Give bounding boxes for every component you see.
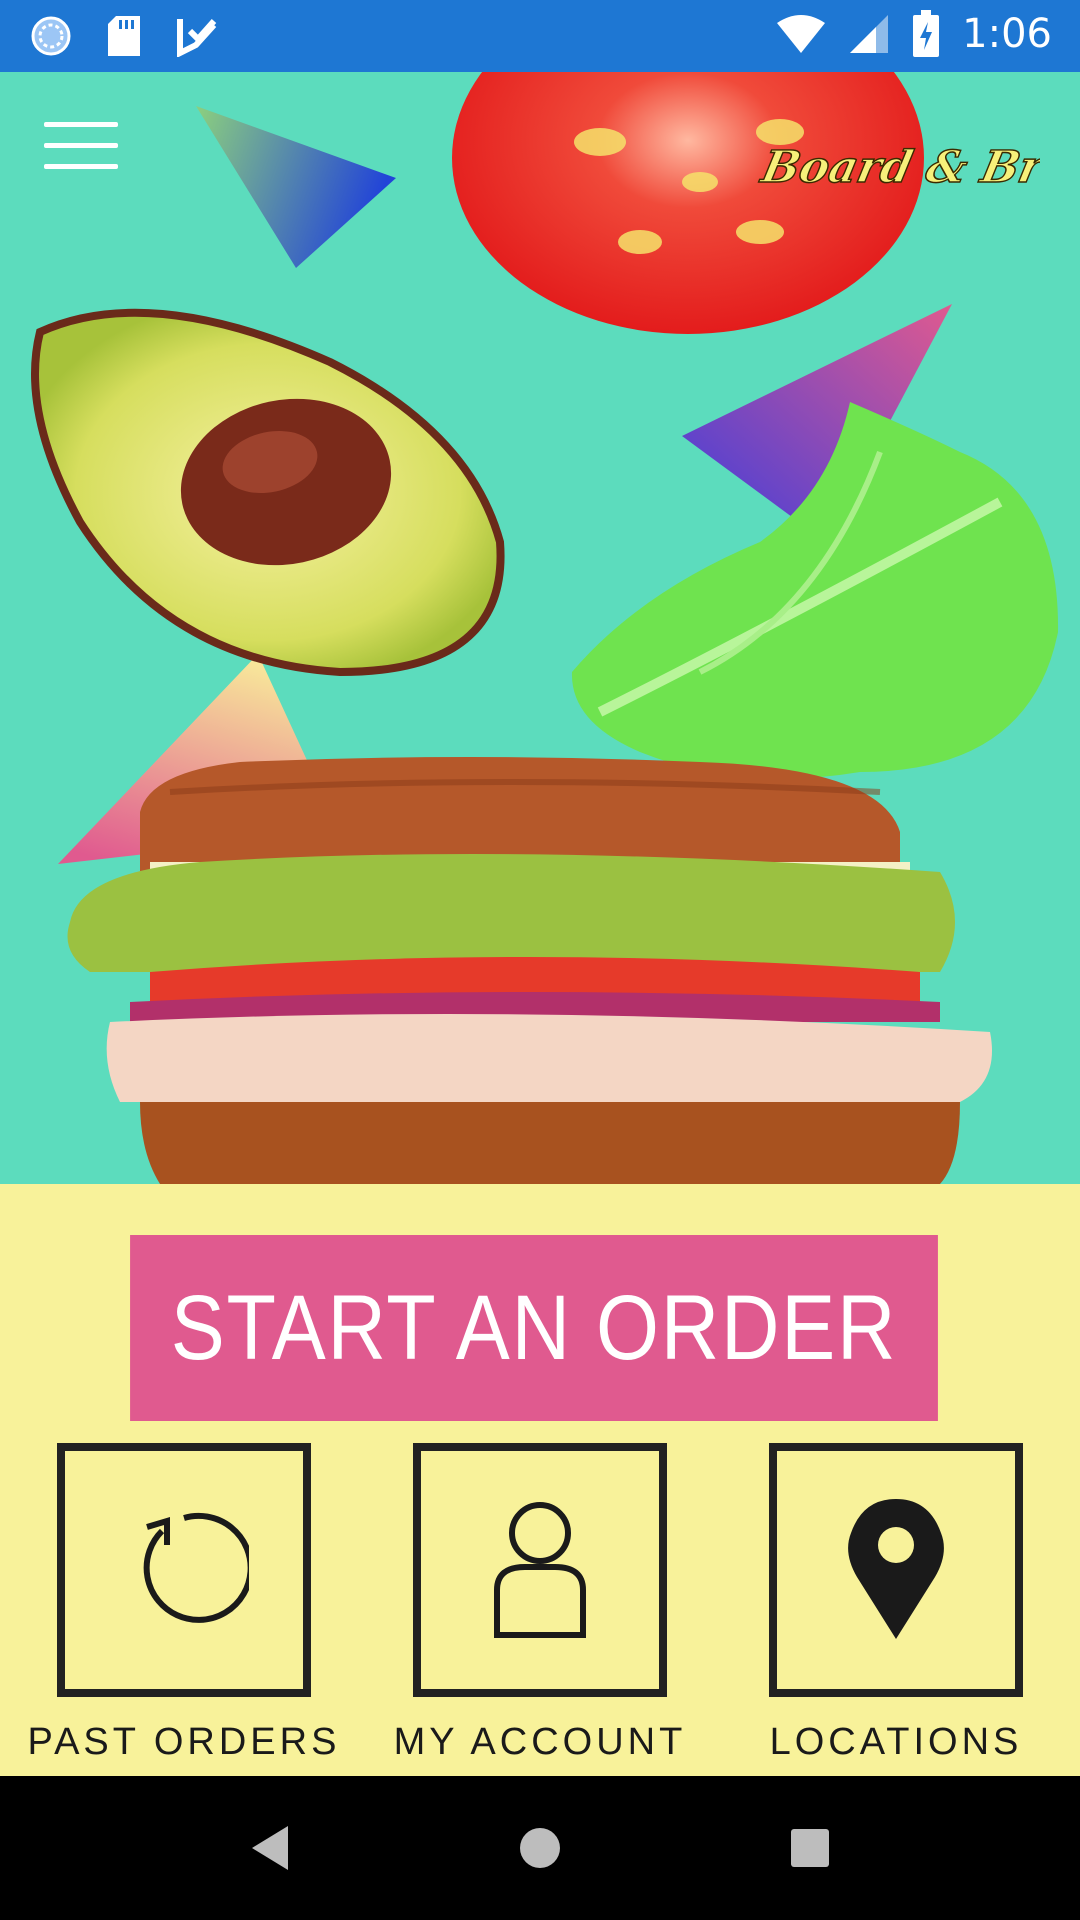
home-icon[interactable] [508,1816,572,1880]
hamburger-menu-icon [44,122,118,127]
task-check-icon [177,19,217,57]
signal-icon [850,15,889,53]
history-icon [143,1512,249,1623]
system-nav-bar [0,1776,1080,1920]
start-order-button[interactable]: START AN ORDER [130,1235,938,1421]
location-pin-icon [848,1499,944,1639]
status-bar: 1:06 [0,0,1080,72]
past-orders-label: PAST ORDERS [27,1721,341,1763]
my-account-label: MY ACCOUNT [393,1721,687,1763]
brand-logo: Board & Brew [755,141,1040,194]
hero-artwork [31,72,1059,1184]
sd-card-icon [108,16,140,56]
locations-label: LOCATIONS [769,1721,1023,1763]
person-icon [494,1502,586,1638]
past-orders-button[interactable] [57,1443,311,1697]
back-icon[interactable] [238,1816,302,1880]
actions-panel: START AN ORDER PAST ORDERS MY ACCOUNT LO… [0,1184,1080,1776]
brand-logo-text: Board & Brew [755,141,1040,192]
wifi-icon [777,15,826,53]
status-time: 1:06 [962,11,1052,57]
sync-icon [31,16,71,56]
battery-charging-icon [913,10,940,57]
decor-triangle-blue [196,106,396,268]
recents-icon[interactable] [778,1816,842,1880]
menu-button[interactable] [44,122,118,169]
avocado-image [31,308,505,677]
sandwich-image [67,757,992,1184]
locations-button[interactable] [769,1443,1023,1697]
hero-banner: Board & Brew [0,72,1080,1184]
my-account-button[interactable] [413,1443,667,1697]
